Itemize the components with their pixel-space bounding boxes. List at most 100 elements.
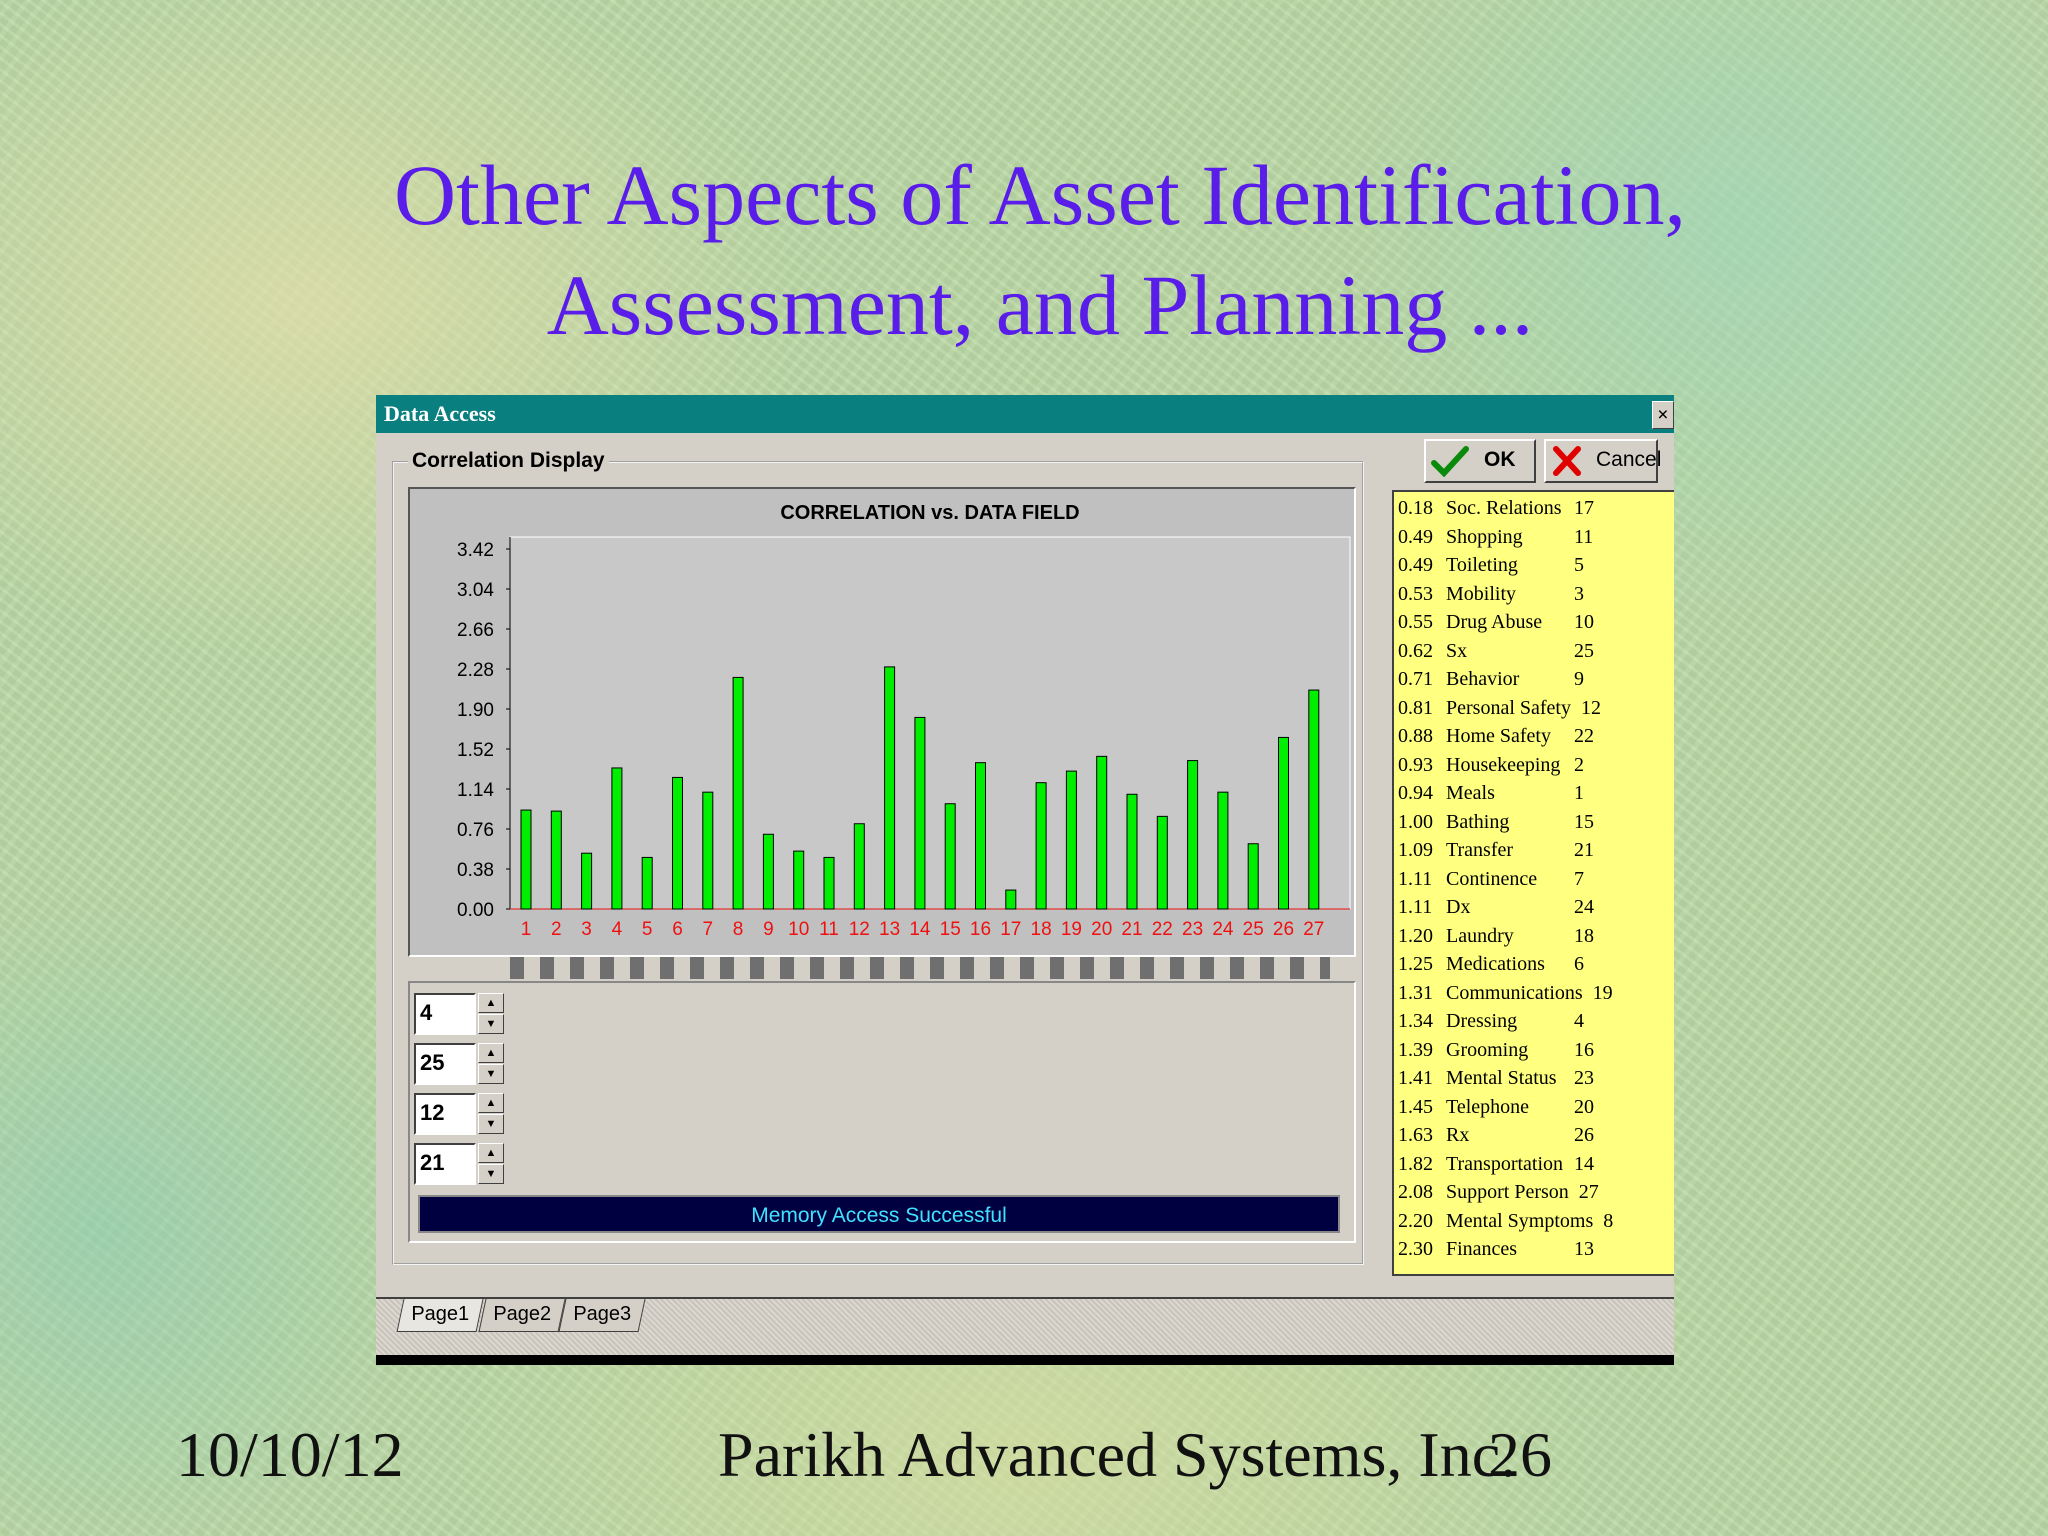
list-item-value: 1.11 [1398, 896, 1433, 918]
list-item[interactable]: 2.20 Mental Symptoms 8 [1394, 1207, 1674, 1236]
tab-page1[interactable]: Page1 [396, 1299, 484, 1332]
list-item-field: 1 [1574, 782, 1584, 804]
x-icon [1553, 446, 1581, 476]
list-item[interactable]: 0.49 Shopping 11 [1394, 523, 1674, 552]
list-item[interactable]: 1.25 Medications 6 [1394, 950, 1674, 979]
bar [1308, 689, 1320, 910]
list-item[interactable]: 0.88 Home Safety 22 [1394, 722, 1674, 751]
spinner-2[interactable]: 25 ▲ ▼ [414, 1043, 506, 1085]
list-item[interactable]: 1.45 Telephone 20 [1394, 1093, 1674, 1122]
list-item-value: 0.88 [1398, 725, 1433, 747]
list-item[interactable]: 0.49 Toileting 5 [1394, 551, 1674, 580]
list-item-field: 2 [1574, 753, 1584, 776]
list-item-name: Grooming [1446, 1038, 1529, 1061]
chart-scroll-strip[interactable] [510, 957, 1330, 979]
list-item[interactable]: 0.93 Housekeeping 2 [1394, 751, 1674, 780]
spin-down-icon[interactable]: ▼ [478, 1114, 504, 1134]
spinner-input[interactable]: 12 [414, 1093, 476, 1135]
list-item-value: 0.53 [1398, 582, 1433, 605]
list-item[interactable]: 1.20 Laundry 18 [1394, 922, 1674, 951]
list-item-name: Drug Abuse [1446, 611, 1543, 633]
x-tick-label: 3 [581, 919, 592, 940]
cancel-button[interactable]: Cancel [1544, 439, 1662, 483]
list-item-value: 1.41 [1398, 1067, 1433, 1089]
list-item-value: 2.08 [1398, 1181, 1433, 1203]
close-icon[interactable]: × [1652, 401, 1674, 429]
list-item[interactable]: 0.94 Meals 1 [1394, 779, 1674, 808]
x-tick-label: 9 [763, 919, 774, 940]
list-item[interactable]: 1.82 Transportation 14 [1394, 1150, 1674, 1179]
x-tick-label: 26 [1273, 919, 1294, 940]
x-tick-label: 21 [1121, 919, 1142, 940]
spin-up-icon[interactable]: ▲ [478, 1043, 504, 1063]
dialog-titlebar[interactable]: Data Access × [376, 395, 1674, 433]
x-tick-label: 2 [551, 919, 562, 940]
list-item[interactable]: 0.18 Soc. Relations 17 [1394, 494, 1674, 523]
list-item[interactable]: 1.39 Grooming 16 [1394, 1036, 1674, 1065]
x-tick-label: 13 [879, 919, 900, 940]
list-item-field: 8 [1603, 1209, 1614, 1232]
list-item[interactable]: 2.08 Support Person 27 [1394, 1178, 1674, 1207]
list-item-field: 15 [1574, 810, 1594, 833]
list-item[interactable]: 1.00 Bathing 15 [1394, 808, 1674, 837]
bar [793, 850, 805, 910]
list-item[interactable]: 0.53 Mobility 3 [1394, 580, 1674, 609]
list-item[interactable]: 0.55 Drug Abuse 10 [1394, 608, 1674, 637]
footer-company: Parikh Advanced Systems, Inc. [718, 1419, 1517, 1490]
list-item-field: 12 [1580, 696, 1601, 719]
spinner-1[interactable]: 4 ▲ ▼ [414, 993, 506, 1035]
spin-up-icon[interactable]: ▲ [478, 993, 504, 1013]
list-item[interactable]: 1.34 Dressing 4 [1394, 1007, 1674, 1036]
spin-down-icon[interactable]: ▼ [478, 1014, 504, 1034]
bar [1005, 889, 1017, 910]
list-item[interactable]: 1.41 Mental Status 23 [1394, 1064, 1674, 1093]
spinner-input[interactable]: 25 [414, 1043, 476, 1085]
list-item[interactable]: 0.71 Behavior 9 [1394, 665, 1674, 694]
list-item[interactable]: 1.11 Dx 24 [1394, 893, 1674, 922]
list-item-field: 23 [1574, 1067, 1594, 1089]
bar [1217, 791, 1229, 910]
list-item[interactable]: 1.63 Rx 26 [1394, 1121, 1674, 1150]
spinner-4[interactable]: 21 ▲ ▼ [414, 1143, 506, 1185]
list-item[interactable]: 0.81 Personal Safety 12 [1394, 694, 1674, 723]
cancel-label: Cancel [1596, 448, 1662, 471]
list-item-field: 9 [1574, 668, 1584, 690]
list-item[interactable]: 1.09 Transfer 21 [1394, 836, 1674, 865]
bar [550, 810, 562, 910]
spin-down-icon[interactable]: ▼ [478, 1164, 504, 1184]
y-tick-label: 1.52 [457, 740, 494, 761]
list-item-name: Continence [1446, 867, 1538, 890]
list-item-value: 0.62 [1398, 639, 1433, 662]
spinner-input[interactable]: 4 [414, 993, 476, 1035]
bar [1187, 760, 1199, 910]
y-tick-label: 3.42 [457, 540, 494, 561]
list-item-field: 18 [1574, 924, 1594, 947]
spin-up-icon[interactable]: ▲ [478, 1143, 504, 1163]
correlation-list[interactable]: 0.18 Soc. Relations 17 0.49 Shopping 11 0.49 To… [1392, 490, 1674, 1276]
spin-up-icon[interactable]: ▲ [478, 1093, 504, 1113]
list-item[interactable]: 2.30 Finances 13 [1394, 1235, 1674, 1264]
y-tick-label: 2.28 [457, 660, 494, 681]
spin-down-icon[interactable]: ▼ [478, 1064, 504, 1084]
list-item[interactable]: 1.11 Continence 7 [1394, 865, 1674, 894]
list-item-name: Toileting [1446, 554, 1518, 576]
list-item[interactable]: 1.31 Communications 19 [1394, 979, 1674, 1008]
bar [1126, 793, 1138, 910]
list-item-value: 1.34 [1398, 1010, 1433, 1032]
tab-page2[interactable]: Page2 [478, 1299, 566, 1332]
x-tick-label: 15 [940, 919, 961, 940]
tab-page3[interactable]: Page3 [558, 1299, 646, 1332]
x-tick-label: 14 [909, 919, 931, 940]
list-item-value: 0.49 [1398, 554, 1433, 576]
list-item-value: 2.30 [1398, 1238, 1433, 1260]
list-item[interactable]: 0.62 Sx 25 [1394, 637, 1674, 666]
y-tick-label: 3.04 [457, 580, 494, 601]
spinner-input[interactable]: 21 [414, 1143, 476, 1185]
list-item-field: 5 [1574, 554, 1584, 576]
bar [975, 762, 986, 910]
ok-button[interactable]: OK [1424, 439, 1536, 483]
list-item-name: Home Safety [1446, 725, 1551, 747]
list-item-field: 24 [1574, 896, 1594, 918]
spinner-3[interactable]: 12 ▲ ▼ [414, 1093, 506, 1135]
chart-title: CORRELATION vs. DATA FIELD [780, 502, 1079, 524]
